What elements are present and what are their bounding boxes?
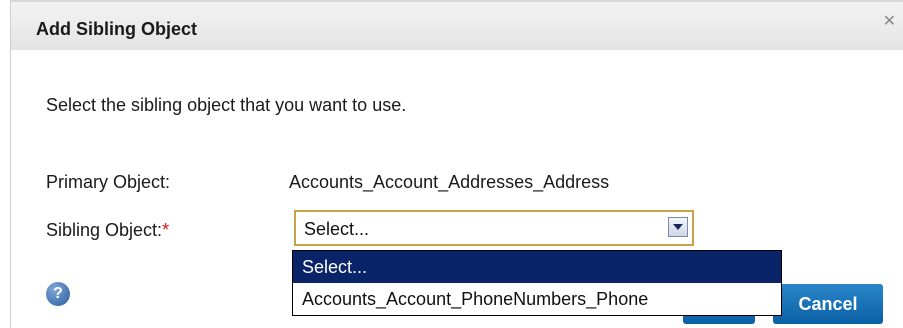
- sibling-select-value: Select...: [304, 219, 370, 239]
- sibling-object-label: Sibling Object:*: [46, 220, 169, 241]
- sibling-object-select[interactable]: Select...: [294, 210, 694, 246]
- sibling-object-label-text: Sibling Object:: [46, 220, 163, 240]
- primary-object-label: Primary Object:: [46, 172, 171, 192]
- primary-object-value: Accounts_Account_Addresses_Address: [289, 172, 610, 192]
- cancel-button[interactable]: Cancel: [773, 284, 883, 324]
- chevron-down-icon[interactable]: [668, 217, 688, 237]
- help-icon[interactable]: ?: [46, 282, 70, 306]
- dialog-title: Add Sibling Object: [36, 19, 197, 39]
- dropdown-option-select[interactable]: Select...: [293, 251, 781, 283]
- required-marker: *: [162, 220, 170, 240]
- sibling-object-dropdown-list: Select... Accounts_Account_PhoneNumbers_…: [292, 250, 782, 316]
- dialog-titlebar[interactable]: Add Sibling Object ✕: [11, 0, 903, 50]
- dropdown-option-phone[interactable]: Accounts_Account_PhoneNumbers_Phone: [293, 283, 781, 315]
- instruction-text: Select the sibling object that you want …: [46, 95, 407, 115]
- close-icon[interactable]: ✕: [883, 14, 896, 30]
- add-sibling-dialog: Add Sibling Object ✕ Select the sibling …: [10, 0, 903, 328]
